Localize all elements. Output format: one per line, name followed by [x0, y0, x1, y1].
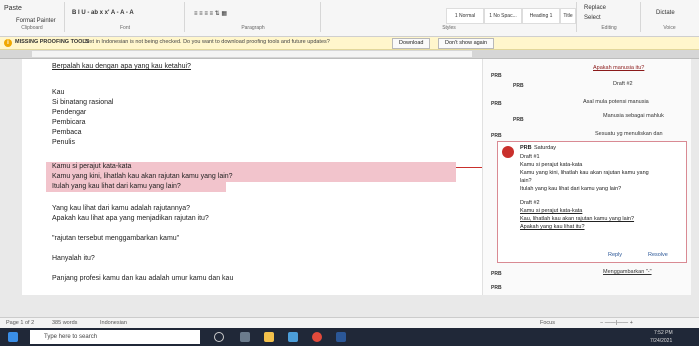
word-count[interactable]: 385 words	[52, 320, 77, 326]
comment-author: PRB	[491, 133, 502, 139]
search-placeholder: Type here to search	[44, 334, 98, 340]
style-title[interactable]: Title	[560, 8, 576, 24]
message-title: MISSING PROOFING TOOLS	[15, 39, 90, 45]
word-icon[interactable]	[336, 332, 346, 342]
alignment-buttons[interactable]: ≡ ≡ ≡ ≡ ⇅ ▦	[194, 10, 227, 17]
clipboard-label: Clipboard	[21, 25, 43, 31]
clipboard-group: Paste Format Painter Clipboard	[0, 2, 65, 32]
doc-line: Hanyalah itu?	[52, 255, 95, 262]
card-line: Kamu si perajut kata-kata	[520, 162, 583, 168]
doc-line: Apakah kau lihat apa yang menjadikan raj…	[52, 215, 209, 222]
comment-author: PRB	[491, 73, 502, 79]
doc-line: Pembaca	[52, 129, 82, 136]
editing-label: Editing	[601, 25, 617, 31]
dictate-button[interactable]: Dictate	[656, 10, 675, 16]
avatar	[502, 146, 514, 158]
font-label: Font	[119, 25, 130, 31]
comment-text[interactable]: Draft #2	[613, 81, 633, 87]
doc-line: Pendengar	[52, 109, 87, 116]
style-normal[interactable]: 1 Normal	[446, 8, 484, 24]
cortana-icon[interactable]	[214, 332, 224, 342]
voice-group: Dictate Voice	[642, 2, 697, 32]
doc-line: "rajutan tersebut menggambarkan kamu"	[52, 235, 180, 242]
doc-line: Yang kau lihat dari kamu adalah rajutann…	[52, 205, 191, 212]
comment-text[interactable]: Menggambarkan "-"	[603, 269, 652, 275]
comment-text[interactable]: Sesuatu yg menuliskan dan	[595, 131, 663, 137]
card-line: Kamu yang kini, lihatlah kau akan rajuta…	[520, 170, 649, 176]
style-no-spacing[interactable]: 1 No Spac...	[484, 8, 522, 24]
edge-icon[interactable]	[288, 332, 298, 342]
card-line: lain?	[520, 178, 532, 184]
select-button[interactable]: Select	[584, 15, 601, 21]
doc-line: Penulis	[52, 139, 75, 146]
comment-author: PRB	[513, 83, 524, 89]
ruler[interactable]	[0, 50, 699, 59]
voice-label: Voice	[663, 25, 676, 31]
highlighted-line: Kamu si perajut kata-kata	[52, 163, 132, 170]
paste-button[interactable]: Paste	[4, 5, 22, 12]
task-view-icon[interactable]	[240, 332, 250, 342]
replace-button[interactable]: Replace	[584, 5, 606, 11]
doc-line: Si binatang rasional	[52, 99, 114, 106]
doc-line: Panjang profesi kamu dan kau adalah umur…	[52, 275, 234, 282]
paragraph-group: ≡ ≡ ≡ ≡ ⇅ ▦ Paragraph	[186, 2, 321, 32]
doc-line: Kau	[52, 89, 65, 96]
comment-text[interactable]: Apakah manusia itu?	[593, 65, 644, 71]
taskbar-search[interactable]: Type here to search	[30, 330, 200, 344]
card-line: Kau, lihatlah kau akan rajutan kamu yang…	[520, 216, 635, 222]
card-line: Itulah yang kau lihat dari kamu yang lai…	[520, 186, 622, 192]
windows-start-icon[interactable]	[8, 332, 18, 342]
doc-line: Pembicara	[52, 119, 86, 126]
comment-author: PRB	[520, 145, 532, 151]
comments-pane: PRB Apakah manusia itu? PRB Draft #2 PRB…	[482, 59, 691, 295]
ribbon: Paste Format Painter Clipboard B I U - a…	[0, 0, 699, 37]
file-explorer-icon[interactable]	[264, 332, 274, 342]
styles-group: 1 Normal 1 No Spac... Heading 1 Title St…	[322, 2, 577, 32]
card-line: Apakah yang kau lihat itu?	[520, 224, 585, 230]
comment-text[interactable]: Manusia sebagai mahluk	[603, 113, 664, 119]
styles-label: Styles	[442, 25, 456, 31]
font-group: B I U - ab x x' A - A - A Font	[66, 2, 185, 32]
card-line: Draft #2	[520, 200, 540, 206]
message-text: Text in Indonesian is not being checked.…	[84, 39, 330, 45]
document-page[interactable]: Berpalah kau dengan apa yang kau ketahui…	[22, 59, 691, 295]
focus-button[interactable]: Focus	[540, 320, 555, 326]
proofing-message-bar: i MISSING PROOFING TOOLS Text in Indones…	[0, 37, 699, 50]
highlighted-line: Kamu yang kini, lihatlah kau akan rajuta…	[52, 173, 233, 180]
reply-button[interactable]: Reply	[608, 252, 622, 258]
highlighted-line: Itulah yang kau lihat dari kamu yang lai…	[52, 183, 181, 190]
comment-author: PRB	[513, 117, 524, 123]
font-tools[interactable]: B I U - ab x x' A - A - A	[72, 10, 134, 16]
comment-connector	[456, 167, 482, 168]
zoom-slider[interactable]: − ——|—— +	[600, 320, 633, 326]
style-heading-1[interactable]: Heading 1	[522, 8, 560, 24]
language[interactable]: Indonesian	[100, 320, 127, 326]
comment-author: PRB	[491, 271, 502, 277]
comment-author: PRB	[491, 101, 502, 107]
page-count[interactable]: Page 1 of 2	[6, 320, 34, 326]
comment-author: PRB	[491, 285, 502, 291]
download-button[interactable]: Download	[392, 38, 431, 49]
info-icon: i	[4, 39, 12, 47]
chrome-icon[interactable]	[312, 332, 322, 342]
doc-line: Berpalah kau dengan apa yang kau ketahui…	[52, 63, 191, 70]
comment-text[interactable]: Asal mula potensi manusia	[583, 99, 649, 105]
editing-group: Replace Select Editing	[578, 2, 641, 32]
comment-time: Saturday	[534, 145, 557, 151]
card-line: Kamu si perajut kata-kata	[520, 208, 583, 214]
card-line: Draft #1	[520, 154, 540, 160]
format-painter-button[interactable]: Format Painter	[16, 18, 56, 24]
resolve-button[interactable]: Resolve	[648, 252, 668, 258]
active-comment-card[interactable]: PRB Saturday Draft #1 Kamu si perajut ka…	[497, 141, 687, 263]
paragraph-label: Paragraph	[241, 25, 265, 31]
taskbar: Type here to search 7:52 PM 7/24/2021	[0, 328, 699, 346]
clock-time: 7:52 PM	[654, 330, 673, 336]
dont-show-again-button[interactable]: Don't show again	[438, 38, 495, 49]
clock-date: 7/24/2021	[650, 338, 673, 344]
